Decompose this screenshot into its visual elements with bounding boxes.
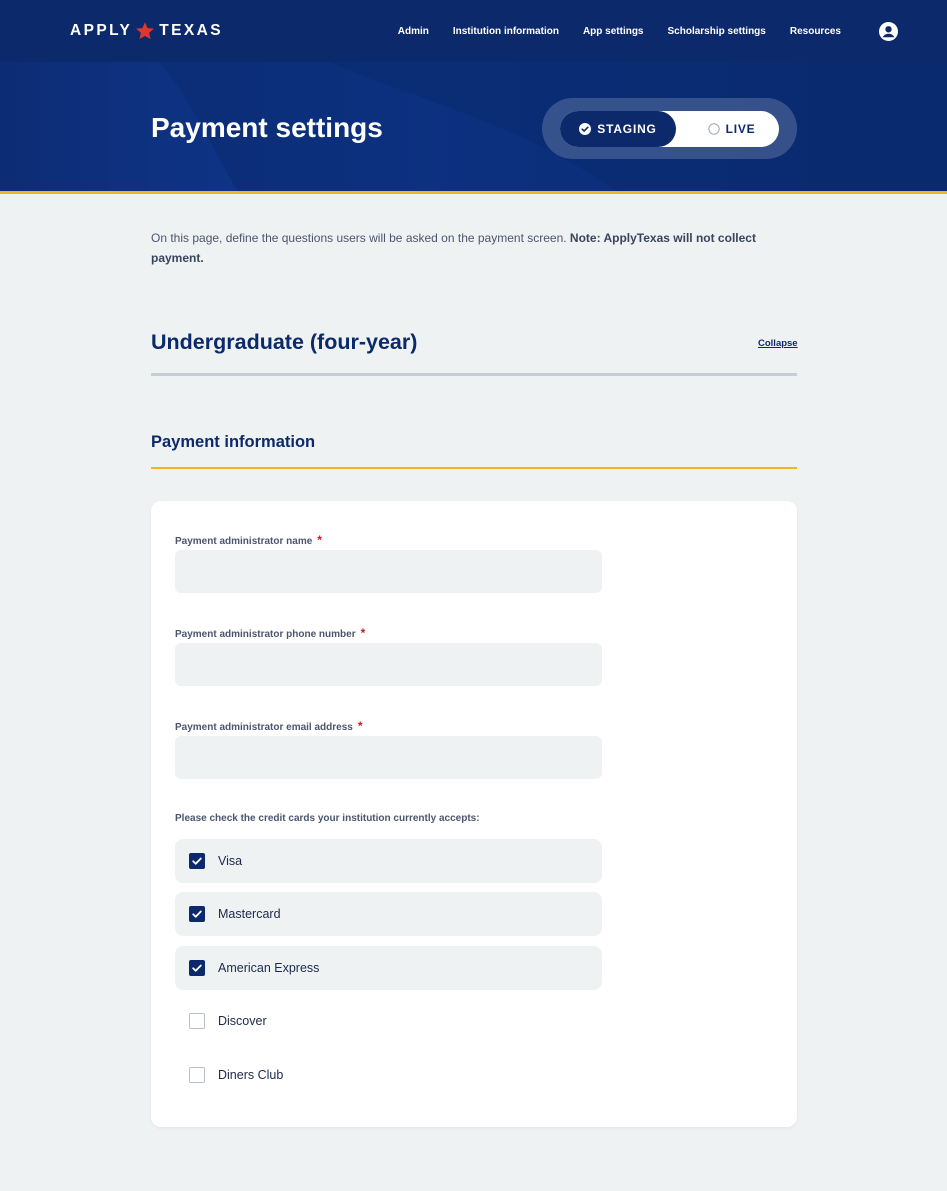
checkbox-diners-club[interactable] <box>189 1067 205 1083</box>
admin-name-input[interactable] <box>175 550 602 593</box>
admin-phone-label: Payment administrator phone number * <box>175 626 365 640</box>
admin-name-label: Payment administrator name * <box>175 533 322 547</box>
admin-email-input[interactable] <box>175 736 602 779</box>
environment-toggle-container: STAGING LIVE <box>542 98 797 159</box>
admin-phone-label-text: Payment administrator phone number <box>175 629 356 640</box>
required-asterisk: * <box>360 626 366 640</box>
section-divider <box>151 373 797 376</box>
intro-text-regular: On this page, define the questions users… <box>151 231 570 245</box>
checkbox-label-american-express: American Express <box>218 961 320 975</box>
checkbox-row-visa[interactable]: Visa <box>175 839 602 883</box>
intro-text: On this page, define the questions users… <box>151 229 791 268</box>
nav-link-resources[interactable]: Resources <box>790 26 841 37</box>
admin-phone-input[interactable] <box>175 643 602 686</box>
admin-email-label: Payment administrator email address * <box>175 719 363 733</box>
toggle-staging[interactable]: STAGING <box>560 111 676 147</box>
nav-link-institution-information[interactable]: Institution information <box>453 26 559 37</box>
main-nav: Admin Institution information App settin… <box>398 0 841 62</box>
checkbox-row-american-express[interactable]: American Express <box>175 946 602 990</box>
nav-link-scholarship-settings[interactable]: Scholarship settings <box>668 26 766 37</box>
checkbox-discover[interactable] <box>189 1013 205 1029</box>
subsection-title: Payment information <box>151 433 316 451</box>
checkbox-label-diners-club: Diners Club <box>218 1068 284 1082</box>
logo-text-texas: TEXAS <box>159 22 223 39</box>
admin-name-label-text: Payment administrator name <box>175 536 313 547</box>
checkbox-american-express[interactable] <box>189 960 205 976</box>
user-circle-icon[interactable] <box>879 22 898 41</box>
checkbox-mastercard[interactable] <box>189 906 205 922</box>
star-icon <box>136 22 155 40</box>
checkmark-icon <box>192 964 202 972</box>
logo-text-apply: APPLY <box>70 22 133 39</box>
subsection-divider <box>151 467 797 469</box>
required-asterisk: * <box>317 533 322 547</box>
checkbox-row-diners-club[interactable]: Diners Club <box>175 1053 602 1097</box>
section-title: Undergraduate (four-year) <box>151 330 418 354</box>
hero-background-swoosh <box>160 62 947 191</box>
toggle-staging-label: STAGING <box>597 122 657 136</box>
checkbox-label-discover: Discover <box>218 1014 267 1028</box>
top-nav: APPLY TEXAS Admin Institution informatio… <box>0 0 947 62</box>
checkmark-icon <box>192 910 202 918</box>
nav-link-admin[interactable]: Admin <box>398 26 429 37</box>
toggle-live-label: LIVE <box>725 122 756 136</box>
checkbox-label-visa: Visa <box>218 854 243 868</box>
nav-link-app-settings[interactable]: App settings <box>583 26 644 37</box>
required-asterisk: * <box>357 719 363 733</box>
hero-banner: Payment settings STAGING LIVE <box>0 62 947 194</box>
toggle-live[interactable]: LIVE <box>684 111 779 147</box>
checkbox-row-discover[interactable]: Discover <box>175 999 602 1043</box>
checkmark-icon <box>192 857 202 865</box>
credit-cards-label: Please check the credit cards your insti… <box>175 813 480 824</box>
checkbox-label-mastercard: Mastercard <box>218 907 281 921</box>
radio-empty-icon <box>707 123 720 135</box>
payment-form-card: Payment administrator name * Payment admi… <box>151 501 797 1127</box>
page-title: Payment settings <box>151 112 383 143</box>
environment-toggle: STAGING LIVE <box>560 111 779 147</box>
checkbox-row-mastercard[interactable]: Mastercard <box>175 892 602 936</box>
apply-texas-logo[interactable]: APPLY TEXAS <box>70 21 223 41</box>
admin-email-label-text: Payment administrator email address <box>175 722 353 733</box>
check-circle-icon <box>579 123 592 135</box>
collapse-link[interactable]: Collapse <box>758 338 798 349</box>
checkbox-visa[interactable] <box>189 853 205 869</box>
